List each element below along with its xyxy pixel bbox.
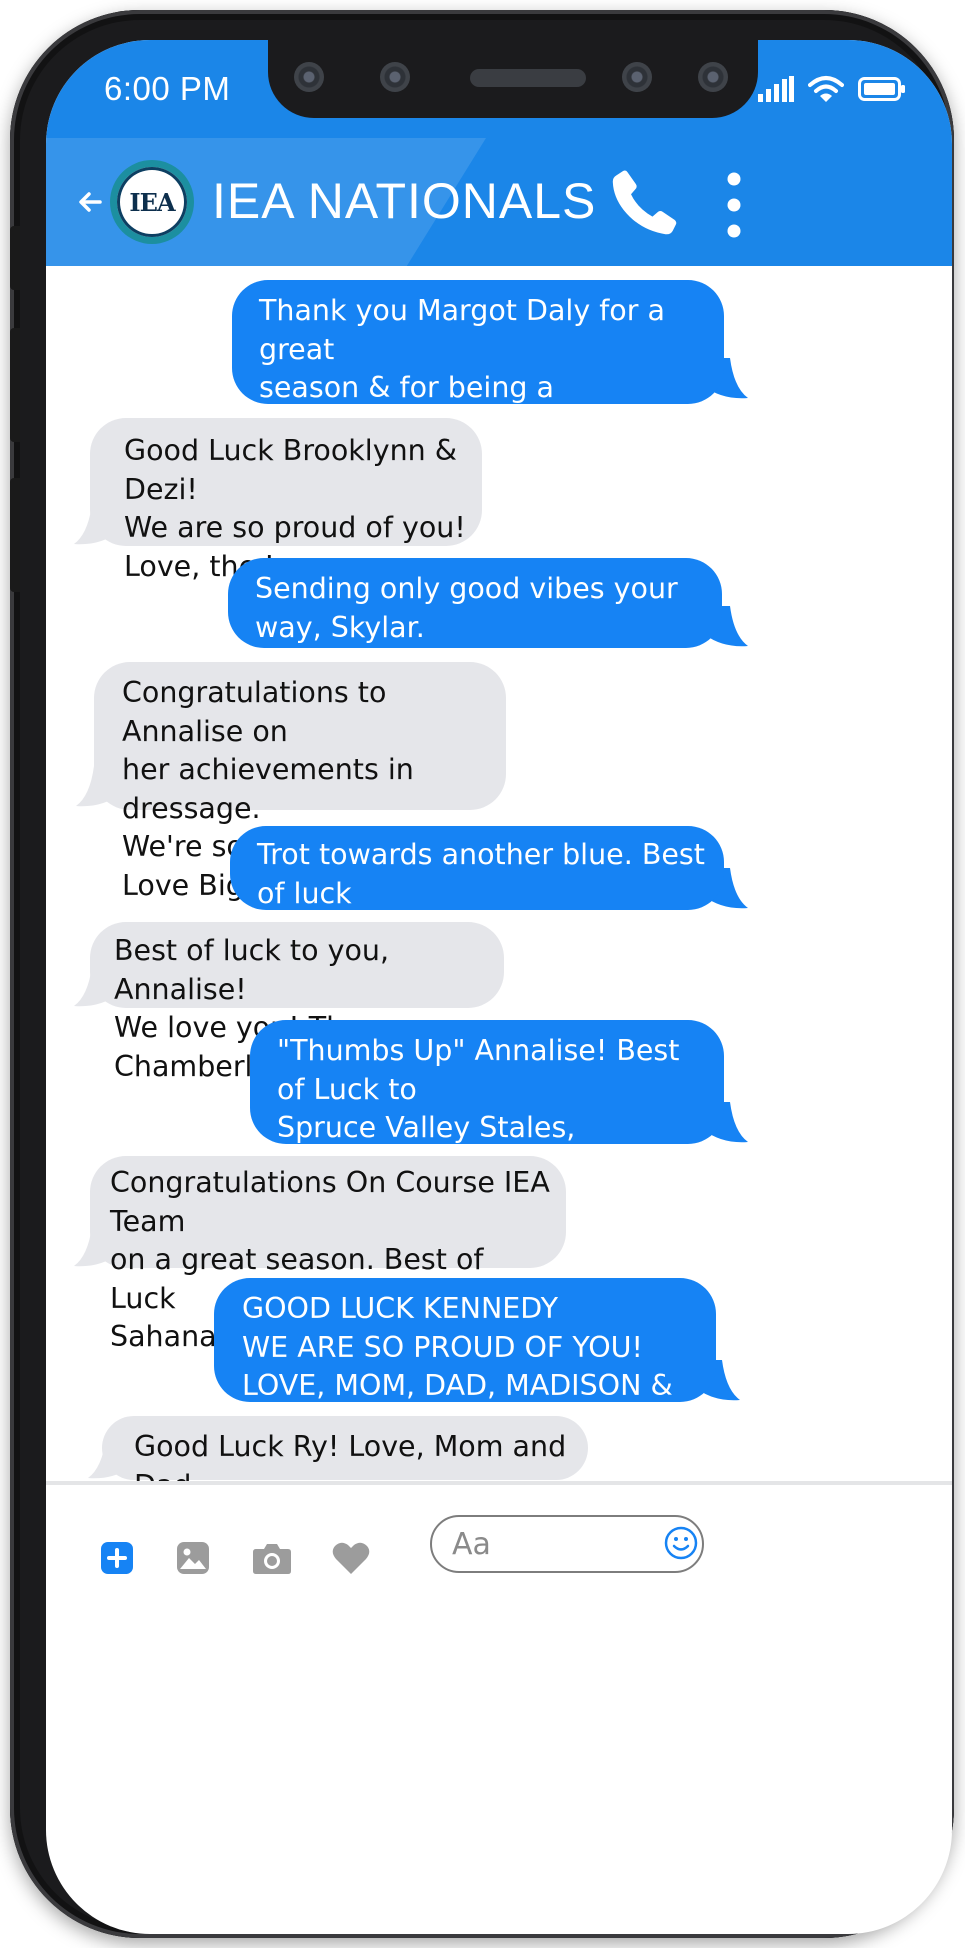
message-bubble-outgoing[interactable]: GOOD LUCK KENNEDY WE ARE SO PROUD OF YOU… <box>214 1278 716 1441</box>
message-bubble-incoming[interactable]: Good Luck Brooklynn & Dezi! We are so pr… <box>90 418 482 583</box>
group-avatar[interactable]: IEA <box>110 160 194 244</box>
volume-down-button <box>10 478 20 592</box>
status-time: 6:00 PM <box>104 70 231 107</box>
plus-icon[interactable] <box>100 1541 134 1575</box>
gallery-icon[interactable] <box>176 1541 210 1575</box>
message-composer <box>46 1485 952 1615</box>
sensor-icon <box>294 62 324 92</box>
front-camera-icon <box>698 62 728 92</box>
message-bubble-outgoing[interactable]: Sending only good vibes your way, Skylar… <box>228 558 722 721</box>
message-bubble-incoming[interactable]: Best of luck to you, Annalise! We love y… <box>90 922 504 1083</box>
heart-icon[interactable] <box>332 1541 370 1575</box>
message-bubble-outgoing[interactable]: "Thumbs Up" Annalise! Best of Luck to Sp… <box>250 1020 724 1221</box>
message-input[interactable] <box>430 1515 704 1573</box>
message-bubble-outgoing[interactable]: Trot towards another blue. Best of luck … <box>230 826 724 987</box>
wifi-icon <box>808 76 844 102</box>
smiley-icon[interactable] <box>664 1526 698 1560</box>
sensor-icon <box>380 62 410 92</box>
back-arrow-icon[interactable] <box>70 182 110 222</box>
phone-icon[interactable] <box>606 164 684 242</box>
status-bar: 6:00 PM <box>46 40 952 138</box>
message-thread[interactable]: Thank you Margot Daly for a great season… <box>46 266 952 1502</box>
message-bubble-outgoing[interactable]: Thank you Margot Daly for a great season… <box>232 280 724 481</box>
sensor-icon <box>622 62 652 92</box>
message-bubble-incoming[interactable]: Congratulations On Course IEA Team on a … <box>90 1156 566 1353</box>
message-bubble-incoming[interactable]: Good Luck Ry! Love, Mom and Dad <box>102 1416 588 1502</box>
phone-frame: 6:00 PM IEA IEA NATIONALS Thank you Marg… <box>10 10 954 1938</box>
earpiece-speaker <box>470 69 586 87</box>
notch <box>268 40 758 118</box>
battery-icon <box>858 77 905 101</box>
chat-title: IEA NATIONALS <box>212 173 597 229</box>
logo-text: IEA <box>117 167 187 237</box>
chat-header: IEA IEA NATIONALS <box>46 138 952 266</box>
camera-icon[interactable] <box>252 1541 292 1575</box>
kebab-menu-icon[interactable] <box>722 170 746 240</box>
message-bubble-incoming[interactable]: Congratulations to Annalise on her achie… <box>94 662 506 902</box>
mute-switch <box>10 226 20 290</box>
volume-up-button <box>10 328 20 442</box>
phone-screen: 6:00 PM IEA IEA NATIONALS Thank you Marg… <box>46 40 952 1934</box>
status-icons <box>758 74 906 104</box>
signal-bars-icon <box>758 76 794 102</box>
